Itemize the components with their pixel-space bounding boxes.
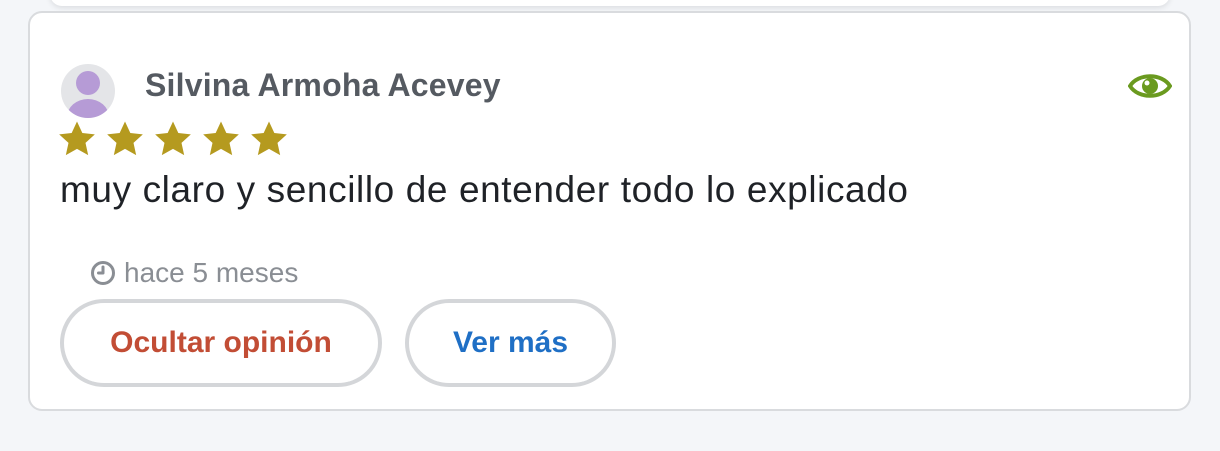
hide-review-button[interactable]: Ocultar opinión xyxy=(60,299,382,387)
hide-review-label: Ocultar opinión xyxy=(110,326,332,359)
star-icon xyxy=(155,121,191,156)
avatar-head xyxy=(76,71,100,95)
review-text: muy claro y sencillo de entender todo lo… xyxy=(60,169,909,210)
see-more-button[interactable]: Ver más xyxy=(405,299,616,387)
eye-icon[interactable] xyxy=(1128,71,1172,101)
star-rating xyxy=(57,119,289,159)
see-more-label: Ver más xyxy=(452,326,569,359)
previous-card-edge xyxy=(50,0,1170,6)
review-timestamp: hace 5 meses xyxy=(90,257,299,288)
star-icon xyxy=(107,121,143,156)
star-icon xyxy=(251,121,287,156)
time-ago-label: hace 5 meses xyxy=(124,257,299,288)
star-icon xyxy=(203,121,239,156)
avatar-body xyxy=(67,99,109,118)
star-icon xyxy=(59,121,95,156)
author-name: Silvina Armoha Acevey xyxy=(145,67,501,103)
user-avatar-icon xyxy=(61,64,115,118)
clock-icon xyxy=(91,261,115,285)
review-card: Silvina Armoha Acevey muy claro y sencil… xyxy=(28,11,1191,411)
